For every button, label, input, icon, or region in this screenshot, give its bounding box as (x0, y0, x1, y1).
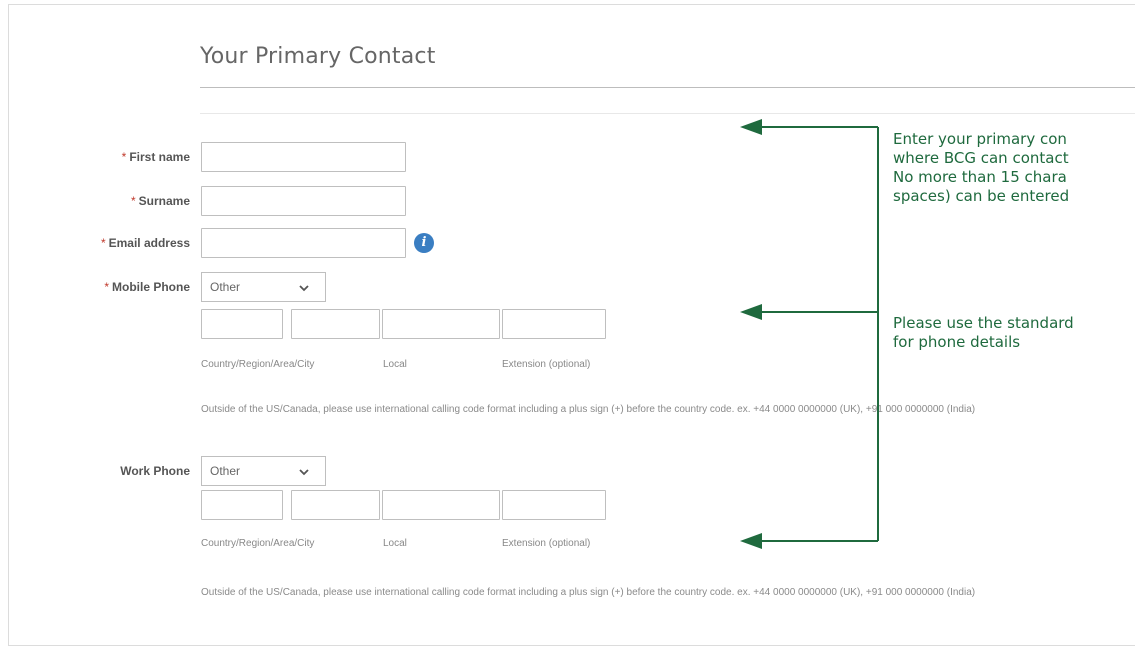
annotation-note-name-email: Enter your primary con where BCG can con… (893, 130, 1069, 206)
arrow-head-1 (740, 119, 762, 135)
note-line: spaces) can be entered (893, 187, 1070, 205)
note-line: Please use the standard (893, 314, 1074, 332)
arrow-head-3 (740, 533, 762, 549)
annotation-note-phone: Please use the standard for phone detail… (893, 314, 1074, 352)
note-line: where BCG can contact (893, 149, 1069, 167)
note-line: for phone details (893, 333, 1021, 351)
note-line: No more than 15 chara (893, 168, 1067, 186)
note-line: Enter your primary con (893, 130, 1067, 148)
arrow-head-2 (740, 304, 762, 320)
